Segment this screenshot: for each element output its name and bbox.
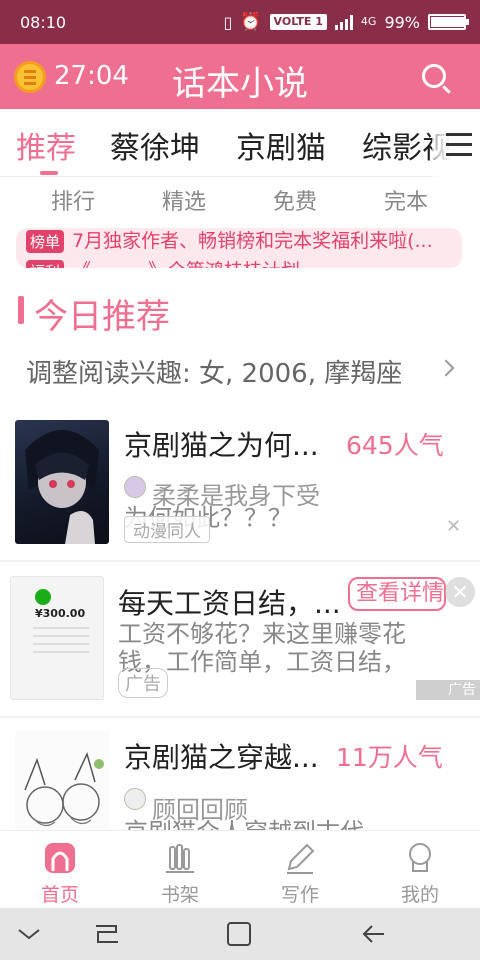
subcat-ranking[interactable]: 排行 bbox=[51, 184, 95, 216]
back-icon[interactable] bbox=[358, 920, 388, 948]
profile-icon bbox=[409, 843, 431, 872]
chevron-right-icon bbox=[437, 359, 455, 377]
subcat-free[interactable]: 免费 bbox=[273, 184, 317, 216]
recents-icon[interactable] bbox=[92, 920, 122, 948]
signal-icon bbox=[334, 14, 353, 30]
ad-description: 工资不够花？来这里赚零花钱，工作简单，工资日结，随... bbox=[118, 620, 406, 674]
banner-line[interactable]: 榜单 7月独家作者、畅销榜和完本奖福利来啦(... bbox=[26, 228, 433, 253]
author-avatar bbox=[124, 476, 146, 498]
notice-banner[interactable]: 榜单 7月独家作者、畅销榜和完本奖福利来啦(... 福利《一一一》全篇鸿桂桂计划 bbox=[16, 228, 462, 268]
nav-label: 首页 bbox=[40, 884, 79, 906]
tab-recommend[interactable]: 推荐 bbox=[16, 123, 76, 167]
bottom-navigation: 首页 书架 写作 我的 bbox=[0, 830, 480, 908]
nav-bookshelf[interactable]: 书架 bbox=[120, 831, 240, 909]
close-icon[interactable]: ✕ bbox=[446, 516, 461, 537]
ad-image: ¥300.00 bbox=[10, 576, 104, 700]
tab-caixukun[interactable]: 蔡徐坤 bbox=[110, 123, 200, 167]
tabs-menu-icon[interactable] bbox=[432, 109, 480, 177]
book-popularity: 645人气 bbox=[346, 431, 444, 460]
subcat-featured[interactable]: 精选 bbox=[162, 184, 206, 216]
banner-tag: 榜单 bbox=[26, 230, 65, 253]
view-details-button[interactable]: 查看详情 bbox=[348, 577, 446, 611]
banner-tag: 福利 bbox=[26, 260, 65, 268]
book-description: 京剧猫众人穿越到古代 bbox=[124, 812, 424, 830]
checkmark-icon bbox=[35, 589, 51, 605]
active-tab-indicator bbox=[40, 171, 58, 175]
book-tag: 动漫同人 bbox=[124, 516, 210, 543]
home-button-icon[interactable] bbox=[224, 920, 254, 948]
nav-write[interactable]: 写作 bbox=[240, 831, 360, 909]
subcat-completed[interactable]: 完本 bbox=[384, 184, 428, 216]
chevron-down-icon[interactable] bbox=[14, 920, 44, 948]
receipt-amount: ¥300.00 bbox=[35, 607, 86, 620]
book-cover bbox=[15, 730, 109, 830]
tab-jingjumao[interactable]: 京剧猫 bbox=[236, 123, 326, 167]
app-header: 27:04 话本小说 bbox=[0, 44, 480, 109]
book-title[interactable]: 京剧猫之为何... bbox=[124, 424, 334, 464]
section-title: 今日推荐 bbox=[34, 297, 170, 337]
nav-profile[interactable]: 我的 bbox=[360, 831, 480, 909]
battery-percent: 99% bbox=[384, 12, 420, 32]
system-navigation bbox=[0, 908, 480, 960]
battery-icon bbox=[428, 14, 469, 30]
close-icon[interactable]: ✕ bbox=[445, 577, 475, 607]
app-title: 话本小说 bbox=[172, 64, 308, 104]
ad-mark: 广告 bbox=[416, 680, 480, 700]
volte-badge: VOLTE 1 bbox=[269, 14, 327, 30]
banner-text: 《一一一》全篇鸿桂桂计划 bbox=[72, 260, 300, 268]
book-card[interactable]: 京剧猫之为何... 645人气 柔柔是我身下受 为何如此？？？ 动漫同人 ✕ bbox=[0, 410, 480, 558]
book-cover bbox=[15, 420, 109, 544]
banner-line[interactable]: 福利《一一一》全篇鸿桂桂计划 bbox=[26, 256, 300, 268]
book-card[interactable]: 京剧猫之穿越... 11万人气 顾回回顾 京剧猫众人穿越到古代 bbox=[0, 718, 480, 830]
vibrate-icon: ▯ bbox=[223, 12, 233, 32]
ad-label: 广告 bbox=[118, 668, 168, 698]
section-marker bbox=[18, 296, 24, 324]
pen-icon bbox=[287, 843, 315, 874]
nav-label: 写作 bbox=[280, 884, 319, 906]
author-avatar bbox=[124, 788, 146, 810]
nav-home[interactable]: 首页 bbox=[0, 831, 120, 909]
banner-text: 7月独家作者、畅销榜和完本奖福利来啦(... bbox=[72, 230, 433, 252]
book-popularity: 11万人气 bbox=[336, 743, 443, 772]
receipt-lines bbox=[33, 627, 89, 629]
status-bar: 08:10 ▯ ⏰ VOLTE 1 4G 99% bbox=[0, 0, 480, 44]
nav-label: 我的 bbox=[400, 884, 439, 906]
bookshelf-icon bbox=[166, 844, 194, 873]
category-tabs: 推荐 蔡徐坤 京剧猫 综影视 bbox=[0, 109, 480, 177]
network-type: 4G bbox=[360, 15, 377, 28]
nav-label: 书架 bbox=[160, 884, 199, 906]
alarm-icon: ⏰ bbox=[240, 12, 262, 32]
search-icon[interactable] bbox=[422, 64, 446, 88]
ad-title[interactable]: 每天工资日结，... bbox=[118, 582, 344, 622]
adjust-interest-link[interactable]: 调整阅读兴趣: 女, 2006, 摩羯座 bbox=[26, 353, 402, 390]
home-icon bbox=[45, 843, 75, 873]
book-title[interactable]: 京剧猫之穿越... bbox=[124, 736, 329, 776]
status-time: 08:10 bbox=[20, 12, 67, 32]
